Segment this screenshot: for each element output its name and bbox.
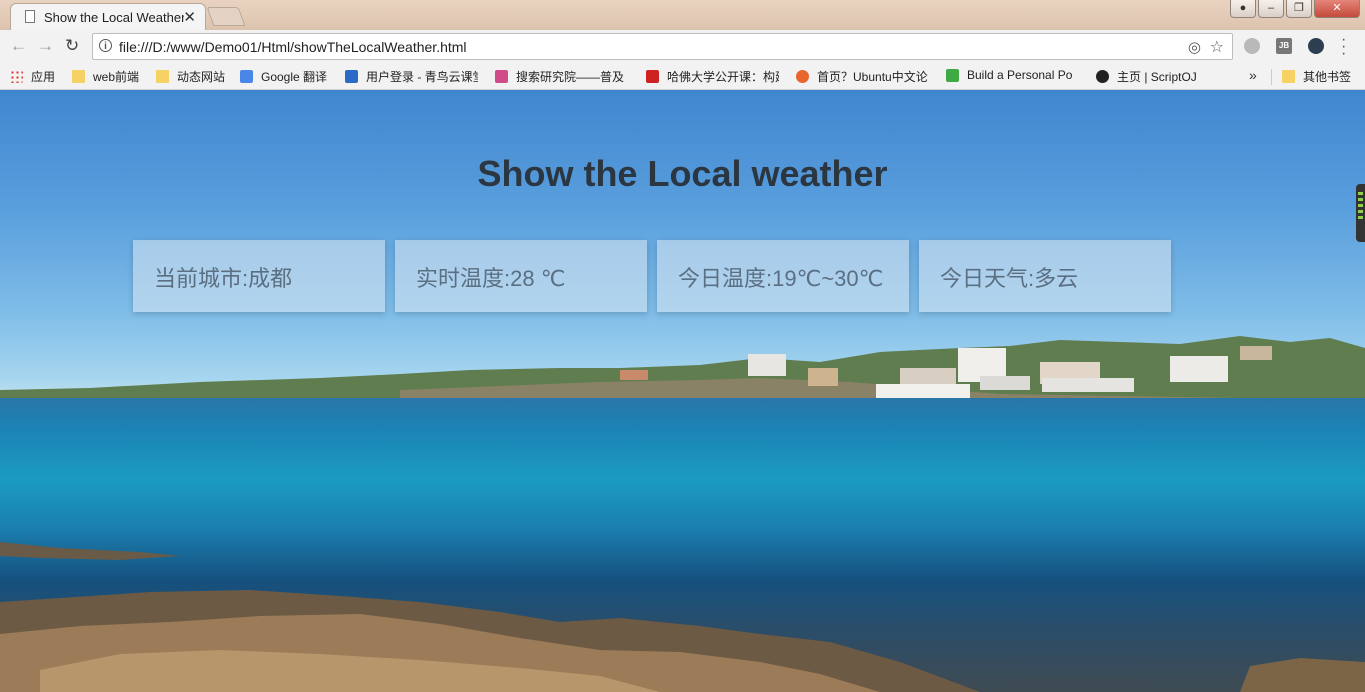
bookmark-ubuntu[interactable]: 首页？Ubuntu中文论	[796, 68, 929, 85]
address-bar[interactable]: i file:///D:/www/Demo01/Html/showTheLoca…	[92, 33, 1233, 60]
browser-toolbar: ← → ↻ i file:///D:/www/Demo01/Html/showT…	[0, 30, 1365, 64]
extension-jb-icon[interactable]: JB	[1276, 38, 1292, 54]
weather-card-today-weather: 今日天气:多云	[919, 240, 1171, 312]
tab-close-icon[interactable]: ✕	[183, 8, 196, 26]
back-arrow-icon[interactable]: ←	[10, 37, 27, 55]
bookmark-other[interactable]: 其他书签	[1282, 68, 1351, 85]
apps-icon	[10, 70, 23, 83]
folder-icon	[1282, 70, 1295, 83]
user-profile-icon[interactable]: ●	[1230, 0, 1256, 18]
page-viewport: Show the Local weather 当前城市:成都 实时温度:28 ℃…	[0, 90, 1365, 692]
bookmark-qingniao[interactable]: 用户登录 - 青鸟云课堂	[345, 68, 478, 85]
location-icon[interactable]: ◎	[1188, 38, 1201, 56]
document-icon	[25, 10, 35, 23]
site-icon	[646, 70, 659, 83]
bookmark-harvard[interactable]: 哈佛大学公开课：构建	[646, 68, 779, 85]
site-icon	[345, 70, 358, 83]
tab-title: Show the Local Weather	[44, 10, 184, 25]
card-city-text: 当前城市:成都	[154, 266, 293, 291]
bookmark-star-icon[interactable]: ☆	[1210, 37, 1224, 57]
restore-button[interactable]: ❐	[1286, 0, 1312, 18]
extension-globe-icon[interactable]	[1244, 38, 1260, 54]
bookmark-build-portfolio[interactable]: Build a Personal Po	[946, 68, 1079, 82]
page-title: Show the Local weather	[477, 153, 888, 195]
weather-card-city: 当前城市:成都	[133, 240, 385, 312]
minimize-button[interactable]: –	[1258, 0, 1284, 18]
reload-icon[interactable]: ↻	[65, 37, 79, 55]
card-today-temp-text: 今日温度:19℃~30℃	[678, 266, 884, 291]
bookmark-search-institute[interactable]: 搜索研究院——普及	[495, 68, 628, 85]
ubuntu-icon	[796, 70, 809, 83]
foreground-rocks	[0, 542, 1365, 692]
bookmark-scriptoj[interactable]: 主页 | ScriptOJ	[1096, 68, 1197, 85]
menu-dots-icon[interactable]: · · ·	[1341, 32, 1346, 62]
window-titlebar: Show the Local Weather ✕ ● – ❐ ✕	[0, 0, 1365, 30]
folder-icon	[72, 70, 85, 83]
weather-card-today-temp: 今日温度:19℃~30℃	[657, 240, 909, 312]
close-window-button[interactable]: ✕	[1314, 0, 1360, 18]
info-icon[interactable]: i	[99, 39, 112, 52]
bookmarks-overflow-icon[interactable]: »	[1249, 67, 1257, 83]
google-translate-icon	[240, 70, 253, 83]
side-widget-handle[interactable]	[1356, 184, 1365, 242]
url-text[interactable]: file:///D:/www/Demo01/Html/showTheLocalW…	[119, 39, 467, 55]
bookmark-google-translate[interactable]: Google 翻译	[240, 68, 327, 85]
browser-tab[interactable]: Show the Local Weather ✕	[10, 3, 206, 30]
bookmark-apps[interactable]: 应用	[10, 68, 55, 85]
card-realtime-temp-text: 实时温度:28 ℃	[416, 266, 566, 291]
forward-arrow-icon[interactable]: →	[37, 37, 54, 55]
extension-icon[interactable]	[1308, 38, 1324, 54]
bookmark-web-frontend[interactable]: web前端	[72, 68, 139, 85]
bookmarks-divider	[1271, 69, 1272, 85]
folder-icon	[156, 70, 169, 83]
window-controls: ● – ❐ ✕	[1230, 0, 1360, 20]
weather-card-realtime-temp: 实时温度:28 ℃	[395, 240, 647, 312]
card-today-weather-text: 今日天气:多云	[940, 266, 1079, 291]
github-icon	[1096, 70, 1109, 83]
bookmark-dynamic-sites[interactable]: 动态网站	[156, 68, 225, 85]
site-icon	[946, 68, 959, 82]
site-icon	[495, 70, 508, 83]
bookmarks-bar: 应用 web前端 动态网站 Google 翻译 用户登录 - 青鸟云课堂 搜索研…	[0, 64, 1365, 90]
new-tab-button[interactable]	[206, 7, 246, 26]
